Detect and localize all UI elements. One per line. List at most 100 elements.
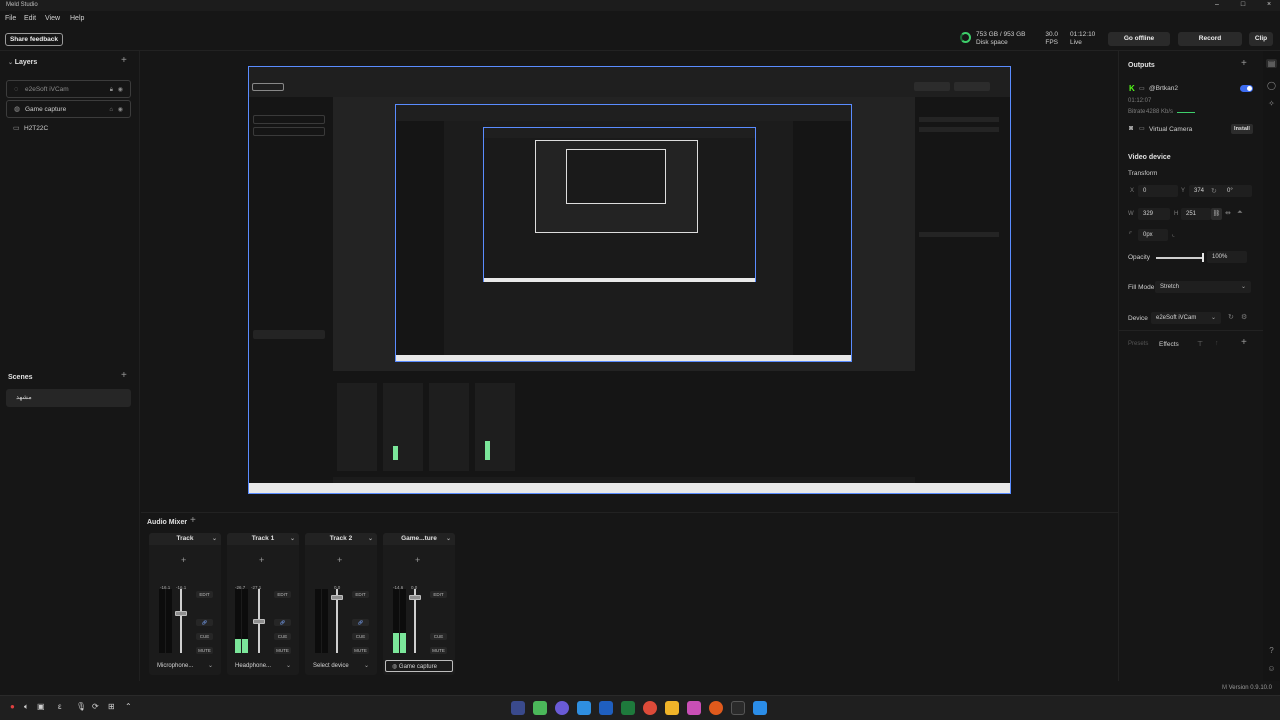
track-name-dropdown[interactable]: Track ⌄ [149, 533, 221, 545]
output-toggle[interactable] [1240, 85, 1253, 92]
meld-app-icon[interactable] [511, 701, 525, 715]
height-input[interactable]: 251 [1181, 208, 1211, 220]
fill-mode-select[interactable]: Stretch ⌄ [1155, 281, 1251, 293]
close-icon[interactable]: × [1262, 1, 1276, 8]
presets-tab[interactable]: Presets [1128, 341, 1148, 347]
device-select[interactable]: ◍ Game capture [385, 660, 453, 672]
visibility-icon[interactable]: ◉ [118, 101, 123, 119]
track-name-dropdown[interactable]: Game...ture ⌄ [383, 533, 455, 545]
add-filter-icon[interactable]: + [337, 555, 342, 565]
link-aspect-icon[interactable]: ⛓︎ [1211, 208, 1222, 220]
refresh-icon[interactable]: ↻ [1228, 313, 1234, 321]
add-layer-icon[interactable]: + [121, 55, 127, 66]
cue-button[interactable]: CUE [196, 633, 213, 640]
volume-fader[interactable] [180, 589, 182, 653]
windows-start-icon[interactable] [753, 701, 767, 715]
opacity-slider-handle[interactable] [1202, 253, 1204, 262]
app-orange-icon[interactable] [709, 701, 723, 715]
layer-item-game-capture[interactable]: ◍ Game capture ⌂ ◉ [6, 100, 131, 118]
stage-preview[interactable] [248, 66, 1011, 494]
cue-button[interactable]: CUE [430, 633, 447, 640]
app-pink-icon[interactable] [687, 701, 701, 715]
add-filter-icon[interactable]: + [181, 555, 186, 565]
store-icon[interactable] [599, 701, 613, 715]
mute-button[interactable]: MUTE [430, 647, 447, 654]
minimize-icon[interactable]: – [1210, 1, 1224, 8]
screen-capture-icon[interactable]: ▣ [37, 702, 45, 711]
link-icon[interactable]: 🔗︎ [274, 619, 291, 626]
cue-button[interactable]: CUE [274, 633, 291, 640]
clip-button[interactable]: Clip [1249, 32, 1273, 46]
app-green-icon[interactable] [533, 701, 547, 715]
add-effect-icon[interactable]: + [1241, 337, 1247, 348]
device-select[interactable]: Select device ⌄ [307, 660, 375, 672]
x-input[interactable]: 0 [1138, 185, 1178, 197]
app-purple-icon[interactable] [555, 701, 569, 715]
microphone-icon[interactable]: 🎙︎ [76, 702, 86, 711]
edit-button[interactable]: EDIT [352, 591, 369, 598]
opacity-slider[interactable] [1156, 257, 1204, 259]
menu-view[interactable]: View [45, 15, 60, 22]
add-output-icon[interactable]: + [1241, 58, 1247, 69]
track-name-dropdown[interactable]: Track 2 ⌄ [305, 533, 377, 545]
edit-button[interactable]: EDIT [196, 591, 213, 598]
terminal-icon[interactable] [731, 701, 745, 715]
mute-button[interactable]: MUTE [352, 647, 369, 654]
mute-button[interactable]: MUTE [274, 647, 291, 654]
share-feedback-button[interactable]: Share feedback [5, 33, 63, 46]
install-button[interactable]: Install [1231, 124, 1253, 134]
record-dot-icon[interactable]: ● [10, 702, 15, 711]
link-icon[interactable]: 🔗︎ [196, 619, 213, 626]
track-name-dropdown[interactable]: Track 1 ⌄ [227, 533, 299, 545]
speaker-icon[interactable]: 🔈︎ [24, 702, 29, 712]
user-icon[interactable]: ☺ [1266, 664, 1277, 673]
fader-handle[interactable] [175, 611, 187, 616]
grid-icon[interactable]: ⊞ [108, 702, 115, 711]
record-button[interactable]: Record [1178, 32, 1242, 46]
input-icon[interactable]: ε [58, 702, 62, 711]
add-track-icon[interactable]: + [190, 515, 196, 526]
sort-icon[interactable]: ⊤ [1197, 340, 1203, 348]
properties-icon[interactable]: ▤ [1266, 59, 1277, 68]
visibility-icon[interactable]: ◉ [118, 81, 123, 99]
lock-icon[interactable]: 🔒︎ [110, 81, 113, 99]
corner-radius-input[interactable]: 0px [1138, 229, 1168, 241]
add-filter-icon[interactable]: + [259, 555, 264, 565]
fader-handle[interactable] [331, 595, 343, 600]
add-scene-icon[interactable]: + [121, 370, 127, 381]
layer-item-ivcam[interactable]: ◌ e2eSoft iVCam 🔒︎ ◉ [6, 80, 131, 98]
opacity-input[interactable]: 100% [1207, 251, 1247, 263]
gear-icon[interactable]: ⚙︎ [1241, 313, 1247, 321]
fader-handle[interactable] [253, 619, 265, 624]
chrome-icon[interactable] [643, 701, 657, 715]
edit-button[interactable]: EDIT [274, 591, 291, 598]
menu-file[interactable]: File [5, 15, 16, 22]
sync-icon[interactable]: ⟳ [92, 702, 99, 711]
layer-item-h2t22c[interactable]: ▭ H2T22C [6, 120, 131, 138]
fader-handle[interactable] [409, 595, 421, 600]
lock-icon[interactable]: ⌂ [109, 101, 113, 119]
app-blue-icon[interactable] [577, 701, 591, 715]
device-select[interactable]: e2eSoft iVCam ⌄ [1151, 312, 1221, 324]
y-input[interactable]: 374 [1189, 185, 1225, 197]
menu-help[interactable]: Help [70, 15, 84, 22]
chevron-up-icon[interactable]: ⌃ [125, 702, 132, 711]
link-icon[interactable]: 🔗︎ [352, 619, 369, 626]
go-offline-button[interactable]: Go offline [1108, 32, 1170, 46]
edit-button[interactable]: EDIT [430, 591, 447, 598]
excel-icon[interactable] [621, 701, 635, 715]
folder-icon[interactable] [665, 701, 679, 715]
mute-button[interactable]: MUTE [196, 647, 213, 654]
width-input[interactable]: 329 [1138, 208, 1170, 220]
device-select[interactable]: Headphone... ⌄ [229, 660, 297, 672]
ai-icon[interactable]: ✧ [1266, 99, 1277, 108]
crop-icon[interactable]: ⌞ [1172, 231, 1175, 238]
chat-icon[interactable]: ◯ [1266, 81, 1277, 90]
menu-edit[interactable]: Edit [24, 15, 36, 22]
add-filter-icon[interactable]: + [415, 555, 420, 565]
maximize-icon[interactable]: □ [1236, 1, 1250, 8]
scene-item[interactable]: مشهد [6, 389, 131, 407]
cue-button[interactable]: CUE [352, 633, 369, 640]
effects-tab[interactable]: Effects [1159, 341, 1179, 348]
flip-horizontal-icon[interactable]: ⇹ [1225, 209, 1231, 217]
